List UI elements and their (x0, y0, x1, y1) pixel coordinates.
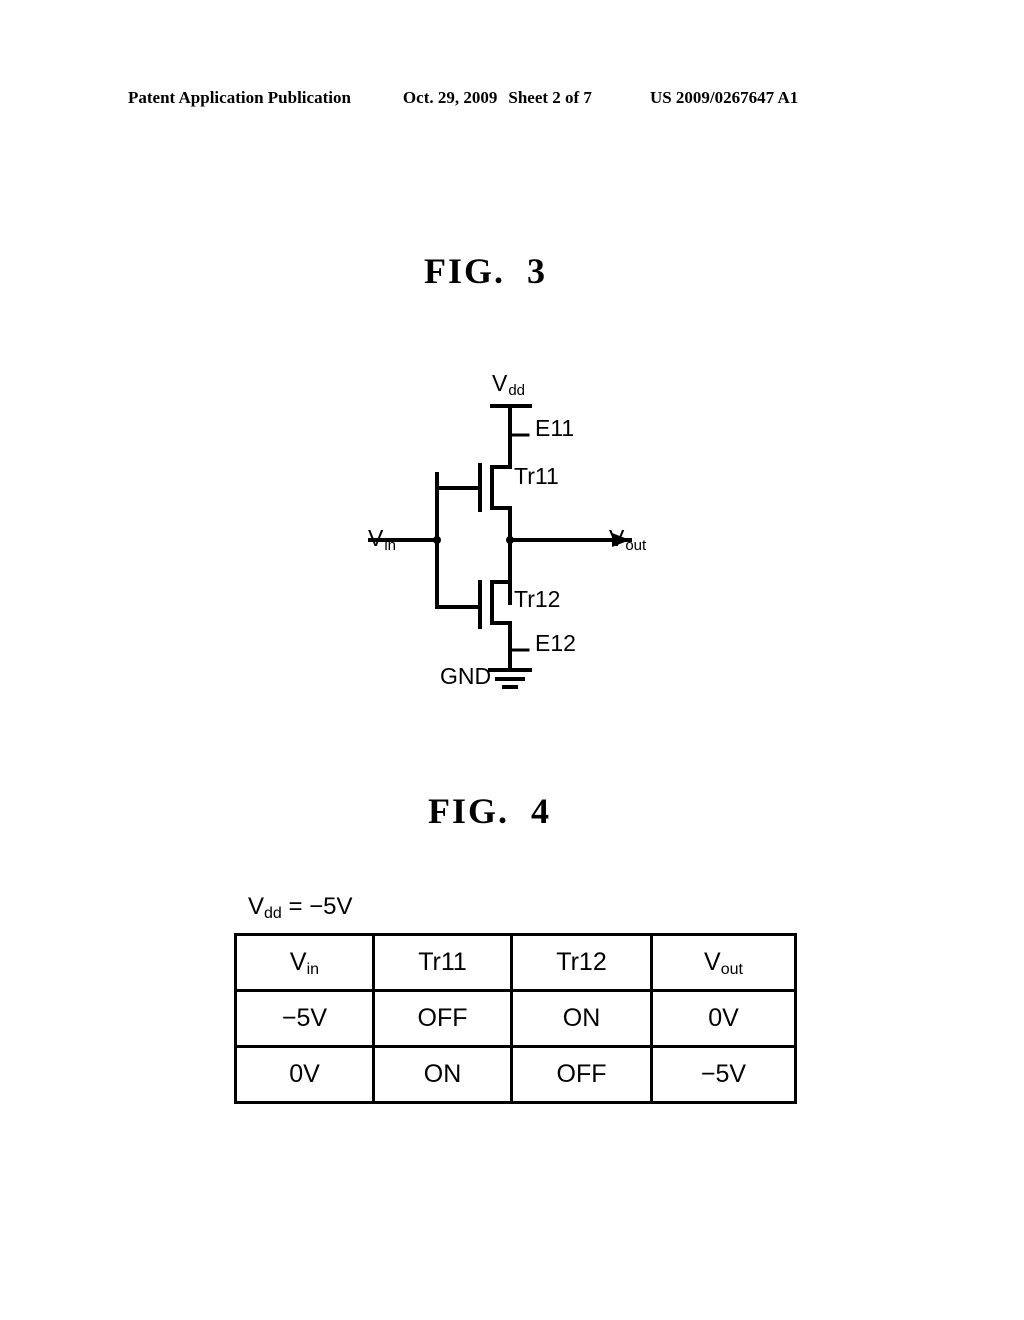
table-row: 0V ON OFF −5V (234, 1045, 797, 1104)
cmos-inverter-circuit-diagram: Vdd E11 Tr11 Vin Vout Tr12 E12 GND (330, 360, 690, 700)
table-cell: 0V (234, 1045, 375, 1104)
vin-label: Vin (368, 525, 397, 554)
gnd-label: GND (440, 663, 492, 689)
publication-date: Oct. 29, 2009 (402, 88, 498, 107)
table-header-cell: Tr11 (372, 933, 513, 992)
figure-3-title: FIG. 3 (424, 250, 547, 292)
patent-number: US 2009/0267647 A1 (649, 88, 799, 107)
sheet-number: Sheet 2 of 7 (508, 88, 592, 107)
table-cell: 0V (650, 989, 797, 1048)
table-cell: −5V (650, 1045, 797, 1104)
table-cell: ON (372, 1045, 513, 1104)
table-cell: −5V (234, 989, 375, 1048)
figure-4-word: FIG. (428, 791, 510, 831)
page-header: Patent Application Publication Oct. 29, … (128, 88, 888, 114)
table-cell: ON (510, 989, 653, 1048)
figure-4-number: 4 (531, 791, 552, 831)
figure-3-word: FIG. (424, 251, 506, 291)
tr12-label: Tr12 (514, 586, 561, 612)
figure-3-number: 3 (527, 251, 548, 291)
table-header-cell: Vin (234, 933, 375, 992)
table-header-cell: Tr12 (510, 933, 653, 992)
vdd-condition-caption: Vdd = −5V (248, 893, 353, 922)
table-row: −5V OFF ON 0V (234, 989, 797, 1048)
table-header-row: Vin Tr11 Tr12 Vout (234, 933, 797, 992)
e11-label: E11 (535, 415, 575, 441)
publication-title: Patent Application Publication (128, 88, 351, 107)
figure-4-title: FIG. 4 (428, 790, 551, 832)
vout-junction-dot (506, 536, 514, 544)
vout-label: Vout (609, 525, 647, 554)
e12-label: E12 (535, 630, 576, 656)
truth-table: Vin Tr11 Tr12 Vout −5V OFF ON 0V 0V ON O… (234, 933, 797, 1104)
table-header-cell: Vout (650, 933, 797, 992)
table-cell: OFF (510, 1045, 653, 1104)
vdd-label: Vdd (492, 370, 526, 399)
tr11-label: Tr11 (514, 463, 559, 489)
table-cell: OFF (372, 989, 513, 1048)
vin-junction-dot (433, 536, 441, 544)
